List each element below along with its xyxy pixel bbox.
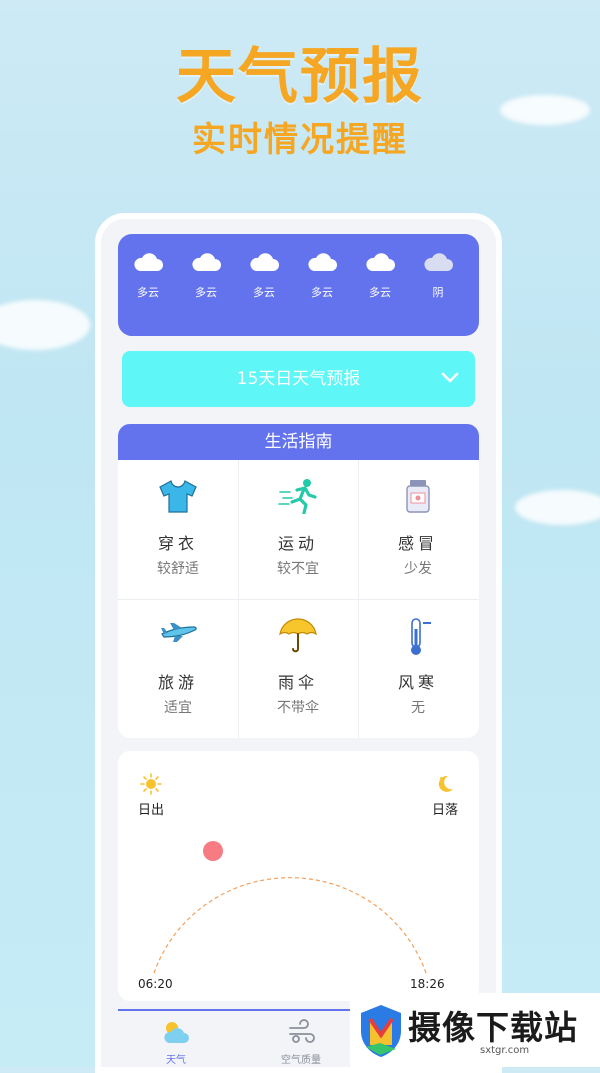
umbrella-icon [279, 618, 317, 653]
fifteen-day-forecast-button[interactable]: 15天日天气预报 [122, 351, 475, 407]
background-cloud [0, 300, 90, 350]
guide-item-value: 较舒适 [157, 561, 199, 577]
watermark-text: 摄像下载站 [408, 1008, 578, 1047]
forecast-day-label: 多云 [253, 286, 275, 299]
overcast-icon [424, 253, 453, 271]
weather-icon [164, 1022, 189, 1043]
life-guide-grid: 穿衣 较舒适 运动 较不宜 感冒 少发 旅游 适宜 雨伞 不带伞 风寒 无 [118, 460, 479, 738]
guide-item-clothing[interactable]: 穿衣 较舒适 [118, 460, 238, 599]
cloud-icon [134, 253, 163, 271]
forecast-day-label: 多云 [195, 286, 217, 299]
chevron-down-icon [441, 372, 459, 383]
active-tab-indicator [118, 1009, 353, 1011]
guide-item-sport[interactable]: 运动 较不宜 [238, 460, 358, 599]
guide-item-travel[interactable]: 旅游 适宜 [118, 599, 238, 738]
guide-item-name: 雨伞 [277, 673, 318, 692]
tab-label: 空气质量 [281, 1055, 321, 1066]
guide-item-value: 较不宜 [277, 561, 319, 577]
guide-item-value: 适宜 [164, 700, 192, 716]
guide-item-cold[interactable]: 感冒 少发 [358, 460, 478, 599]
guide-item-name: 旅游 [157, 673, 198, 692]
guide-item-value: 少发 [404, 561, 432, 577]
guide-item-windchill[interactable]: 风寒 无 [358, 599, 478, 738]
forecast-day[interactable]: 多云 [360, 250, 400, 300]
phone-frame: 多云 多云 多云 多云 多云 阴 15天日天气预报 生活指南 穿衣 较舒适 运动… [95, 213, 502, 1073]
guide-item-umbrella[interactable]: 雨伞 不带伞 [238, 599, 358, 738]
forecast-day[interactable]: 阴 [418, 250, 458, 300]
site-logo-icon [361, 1005, 401, 1057]
cloud-icon [308, 253, 337, 271]
watermark-url: sxtgr.com [480, 1045, 530, 1056]
shirt-icon [159, 480, 197, 513]
cloud-icon [250, 253, 279, 271]
guide-item-name: 风寒 [397, 673, 438, 692]
forecast-day-label: 多云 [311, 286, 333, 299]
hero-title: 天气预报 [176, 42, 424, 112]
watermark-banner: 摄像下载站 sxtgr.com [350, 993, 600, 1067]
guide-item-name: 穿衣 [157, 534, 198, 553]
tab-label: 天气 [166, 1055, 186, 1066]
daily-forecast-strip: 多云 多云 多云 多云 多云 阴 [118, 234, 479, 336]
forecast-day-label: 多云 [137, 286, 159, 299]
cloud-icon [366, 253, 395, 271]
sunrise-time: 06:20 [138, 977, 173, 991]
hero-subtitle: 实时情况提醒 [192, 120, 408, 160]
airplane-icon [161, 623, 197, 642]
tab-weather[interactable]: 天气 [136, 1019, 216, 1066]
life-guide-panel: 生活指南 穿衣 较舒适 运动 较不宜 感冒 少发 旅游 适宜 雨伞 不带伞 风寒… [118, 424, 479, 738]
tab-air-quality[interactable]: 空气质量 [261, 1019, 341, 1066]
sun-path-arc [153, 841, 427, 974]
forecast-button-label: 15天日天气预报 [236, 369, 361, 389]
guide-item-name: 运动 [277, 534, 318, 553]
thermometer-icon [411, 618, 431, 655]
sunrise-sunset-card: 日出 日落 06:20 18:26 [118, 751, 479, 1001]
sunset-time: 18:26 [410, 977, 445, 991]
forecast-day[interactable]: 多云 [302, 250, 342, 300]
sun-position-dot [203, 841, 223, 861]
guide-item-value: 无 [411, 700, 425, 716]
forecast-day[interactable]: 多云 [186, 250, 226, 300]
forecast-day-label: 多云 [369, 286, 391, 299]
forecast-day[interactable]: 多云 [244, 250, 284, 300]
guide-item-value: 不带伞 [277, 700, 319, 716]
forecast-day-label: 阴 [432, 286, 444, 299]
guide-item-name: 感冒 [397, 534, 438, 553]
background-cloud [515, 490, 600, 525]
medicine-icon [406, 480, 430, 513]
life-guide-title: 生活指南 [118, 424, 479, 460]
running-icon [278, 479, 317, 514]
air-quality-icon [289, 1019, 315, 1043]
cloud-icon [192, 253, 221, 271]
forecast-day[interactable]: 多云 [128, 250, 168, 300]
